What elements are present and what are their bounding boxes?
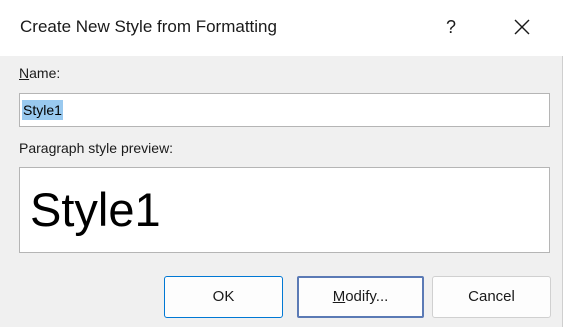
name-input[interactable]: Style1	[19, 93, 550, 127]
ok-button-label: OK	[212, 288, 235, 305]
name-label-accesskey: N	[19, 65, 30, 81]
preview-label: Paragraph style preview:	[19, 140, 174, 156]
close-icon	[514, 19, 530, 35]
help-button[interactable]: ?	[436, 12, 466, 42]
help-icon: ?	[445, 17, 456, 37]
name-label: Name:	[19, 65, 60, 81]
cancel-button[interactable]: Cancel	[432, 276, 551, 318]
name-input-value: Style1	[22, 100, 63, 120]
modify-accesskey: M	[332, 288, 346, 305]
name-label-text: ame:	[29, 65, 61, 81]
modify-button[interactable]: Modify...	[297, 276, 424, 318]
title-bar: Create New Style from Formatting ?	[0, 0, 563, 56]
dialog-title: Create New Style from Formatting	[20, 17, 277, 36]
close-button[interactable]	[504, 12, 540, 42]
create-style-dialog: Create New Style from Formatting ? Name:…	[0, 0, 563, 327]
modify-button-label: odify...	[345, 288, 389, 305]
style-preview: Style1	[19, 167, 550, 253]
style-preview-text: Style1	[30, 183, 161, 236]
cancel-button-label: Cancel	[468, 288, 515, 305]
ok-button[interactable]: OK	[164, 276, 283, 318]
